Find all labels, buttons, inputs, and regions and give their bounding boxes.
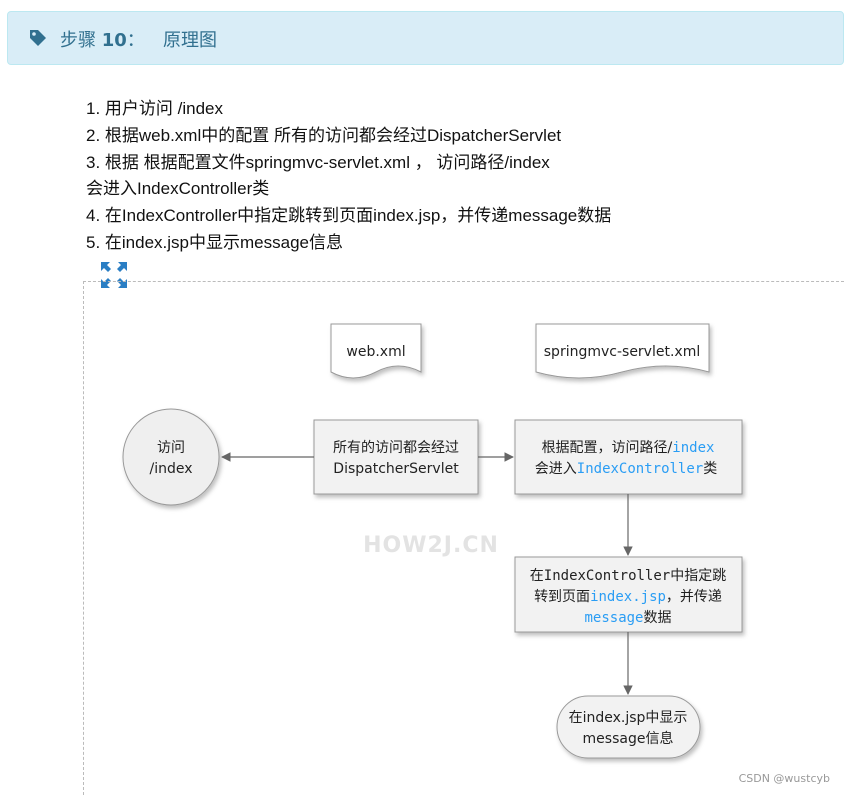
controller-text-h: 数据: [644, 610, 672, 626]
config-text-a: 根据配置，访问路径/: [542, 440, 673, 456]
visit-line1: 访问: [157, 440, 185, 456]
jsp-line2: message信息: [583, 730, 674, 747]
doc-web-xml-label: web.xml: [346, 344, 405, 360]
dispatcher-line2: DispatcherServlet: [333, 461, 459, 477]
config-code-index: index: [672, 440, 714, 456]
controller-text-f: ，并传递: [666, 589, 722, 605]
config-node: [514, 419, 743, 495]
config-text-c: 会进入: [535, 461, 577, 477]
dispatcher-node: [313, 419, 479, 495]
config-line1: 根据配置，访问路径/index: [542, 440, 715, 456]
jsp-node: [556, 695, 701, 759]
visit-line2: /index: [149, 461, 192, 477]
dispatcher-line1: 所有的访问都会经过: [333, 440, 459, 456]
controller-code-jsp: index.jsp: [590, 589, 666, 605]
controller-line2: 转到页面index.jsp，并传递: [534, 589, 722, 605]
controller-text-c: 中指定跳: [670, 568, 726, 584]
config-line2: 会进入IndexController类: [535, 461, 717, 477]
controller-line1: 在IndexController中指定跳: [530, 568, 726, 584]
controller-text-a: 在: [530, 568, 544, 584]
jsp-line1: 在index.jsp中显示: [569, 710, 688, 726]
config-text-e: 类: [703, 461, 717, 477]
controller-line3: message数据: [584, 610, 671, 626]
controller-code-message: message: [584, 610, 643, 626]
config-code-controller: IndexController: [577, 461, 703, 477]
controller-code-name: IndexController: [544, 568, 670, 584]
visit-node: [122, 408, 220, 506]
watermark: HOW2J.CN: [363, 533, 499, 558]
controller-text-d: 转到页面: [534, 589, 590, 605]
flow-diagram: web.xml springmvc-servlet.xml 访问 /index …: [122, 323, 743, 759]
doc-springmvc-label: springmvc-servlet.xml: [544, 344, 700, 360]
credit-watermark: CSDN @wustcyb: [738, 772, 830, 785]
